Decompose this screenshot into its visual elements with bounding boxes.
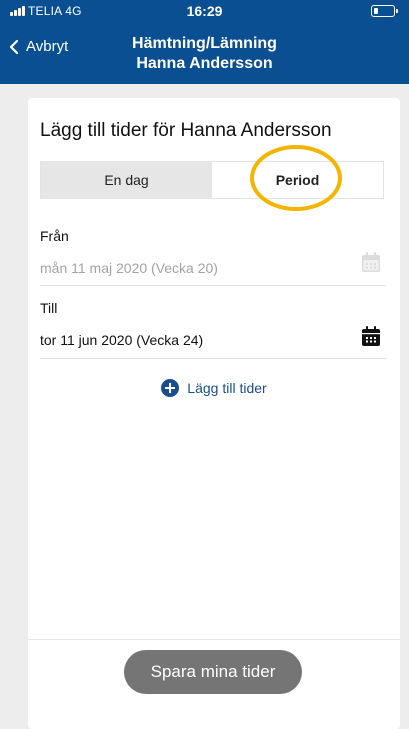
- plus-circle-icon: [161, 379, 180, 397]
- status-bar: TELIA 4G 16:29: [0, 0, 409, 22]
- footer-divider: [28, 639, 400, 640]
- to-date-value[interactable]: tor 11 jun 2020 (Vecka 24): [40, 332, 203, 348]
- add-times-label: Lägg till tider: [187, 380, 267, 396]
- calendar-icon[interactable]: [362, 252, 380, 272]
- status-time: 16:29: [186, 3, 223, 19]
- page-title-line-2: Hanna Andersson: [136, 55, 273, 72]
- battery-icon: [371, 5, 398, 17]
- divider: [40, 358, 386, 359]
- add-times-card: Lägg till tider för Hanna Andersson En d…: [28, 98, 400, 729]
- page-title: Hämtning/Lämning Hanna Andersson: [0, 34, 409, 74]
- period-segmented-control: En dag Period: [40, 161, 384, 199]
- add-times-button[interactable]: Lägg till tider: [28, 379, 400, 397]
- save-times-button[interactable]: Spara mina tider: [124, 650, 302, 694]
- from-date-value[interactable]: mån 11 maj 2020 (Vecka 20): [40, 260, 218, 276]
- card-title: Lägg till tider för Hanna Andersson: [40, 120, 332, 141]
- from-label: Från: [40, 228, 69, 244]
- calendar-icon[interactable]: [362, 326, 380, 346]
- app-header: TELIA 4G 16:29 Avbryt Hämtning/Lämning H…: [0, 0, 409, 84]
- page-title-line-1: Hämtning/Lämning: [132, 35, 277, 52]
- to-label: Till: [40, 300, 58, 316]
- segment-period[interactable]: Period: [212, 162, 383, 198]
- segment-one-day[interactable]: En dag: [41, 162, 212, 198]
- divider: [40, 285, 386, 286]
